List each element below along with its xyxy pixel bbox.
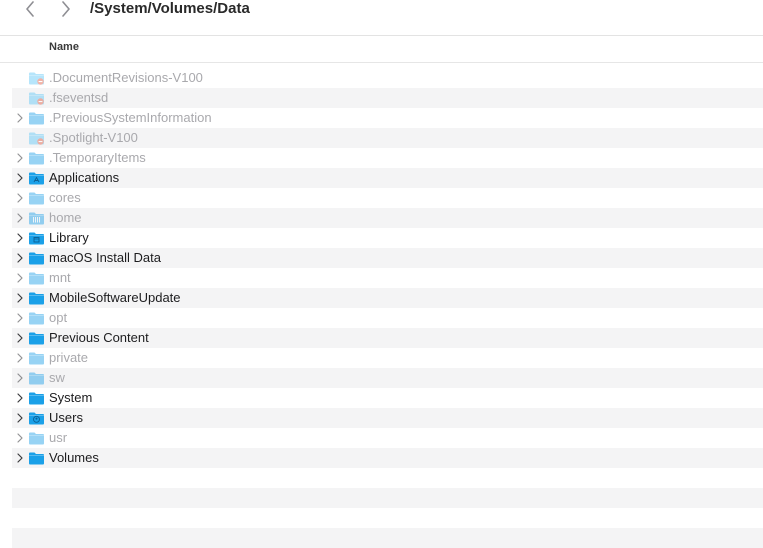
- item-name: Previous Content: [49, 330, 149, 345]
- header-divider: [0, 62, 763, 63]
- disclosure-triangle[interactable]: [15, 411, 25, 425]
- disclosure-triangle[interactable]: [15, 111, 25, 125]
- list-item[interactable]: Library: [12, 228, 763, 248]
- back-button[interactable]: [21, 0, 39, 18]
- item-name: .DocumentRevisions-V100: [49, 70, 203, 85]
- library-folder-icon: [28, 231, 45, 245]
- item-name: Users: [49, 410, 83, 425]
- file-list: .DocumentRevisions-V100 .fseventsd .Previo…: [12, 68, 763, 548]
- disclosure-triangle[interactable]: [15, 151, 25, 165]
- disclosure-triangle[interactable]: [15, 271, 25, 285]
- list-item[interactable]: opt: [12, 308, 763, 328]
- restricted-folder-icon: [28, 91, 45, 105]
- item-name: .fseventsd: [49, 90, 109, 105]
- disclosure-triangle[interactable]: [15, 451, 25, 465]
- folder-icon: [28, 371, 45, 385]
- item-name: .TemporaryItems: [49, 150, 146, 165]
- restricted-folder-icon: [28, 71, 45, 85]
- folder-icon: [28, 391, 45, 405]
- empty-row: [12, 468, 763, 488]
- forward-button[interactable]: [57, 0, 75, 18]
- folder-icon: [28, 251, 45, 265]
- chevron-left-icon: [26, 1, 34, 17]
- network-folder-icon: [28, 211, 45, 225]
- item-name: home: [49, 210, 82, 225]
- list-item[interactable]: usr: [12, 428, 763, 448]
- disclosure-triangle[interactable]: [15, 171, 25, 185]
- path-title: /System/Volumes/Data: [90, 0, 250, 17]
- toolbar: /System/Volumes/Data: [0, 0, 763, 35]
- item-name: Volumes: [49, 450, 99, 465]
- list-item[interactable]: .Spotlight-V100: [12, 128, 763, 148]
- item-name: .PreviousSystemInformation: [49, 110, 212, 125]
- folder-icon: [28, 291, 45, 305]
- folder-icon: [28, 191, 45, 205]
- folder-icon: [28, 311, 45, 325]
- list-item[interactable]: Users: [12, 408, 763, 428]
- list-item[interactable]: home: [12, 208, 763, 228]
- list-item[interactable]: mnt: [12, 268, 763, 288]
- list-item[interactable]: sw: [12, 368, 763, 388]
- item-name: mnt: [49, 270, 71, 285]
- disclosure-triangle[interactable]: [15, 211, 25, 225]
- list-item[interactable]: Previous Content: [12, 328, 763, 348]
- disclosure-triangle[interactable]: [15, 431, 25, 445]
- chevron-right-icon: [62, 1, 70, 17]
- restricted-folder-icon: [28, 131, 45, 145]
- item-name: usr: [49, 430, 68, 445]
- disclosure-triangle[interactable]: [15, 291, 25, 305]
- list-item[interactable]: .TemporaryItems: [12, 148, 763, 168]
- applications-folder-icon: [28, 171, 45, 185]
- item-name: opt: [49, 310, 68, 325]
- folder-icon: [28, 431, 45, 445]
- folder-icon: [28, 151, 45, 165]
- list-item[interactable]: System: [12, 388, 763, 408]
- item-name: Applications: [49, 170, 120, 185]
- empty-row: [12, 508, 763, 528]
- item-name: .Spotlight-V100: [49, 130, 138, 145]
- disclosure-triangle[interactable]: [15, 371, 25, 385]
- disclosure-triangle[interactable]: [15, 331, 25, 345]
- column-header: Name: [0, 36, 763, 62]
- empty-row: [12, 528, 763, 548]
- disclosure-triangle[interactable]: [15, 191, 25, 205]
- folder-icon: [28, 451, 45, 465]
- list-item[interactable]: Volumes: [12, 448, 763, 468]
- item-name: System: [49, 390, 93, 405]
- list-item[interactable]: Applications: [12, 168, 763, 188]
- item-name: private: [49, 350, 89, 365]
- folder-icon: [28, 351, 45, 365]
- list-item[interactable]: .PreviousSystemInformation: [12, 108, 763, 128]
- list-item[interactable]: .fseventsd: [12, 88, 763, 108]
- folder-icon: [28, 111, 45, 125]
- item-name: Library: [49, 230, 89, 245]
- disclosure-triangle[interactable]: [15, 251, 25, 265]
- item-name: MobileSoftwareUpdate: [49, 290, 181, 305]
- item-name: cores: [49, 190, 81, 205]
- list-item[interactable]: macOS Install Data: [12, 248, 763, 268]
- disclosure-triangle[interactable]: [15, 231, 25, 245]
- users-folder-icon: [28, 411, 45, 425]
- disclosure-triangle[interactable]: [15, 311, 25, 325]
- item-name: sw: [49, 370, 65, 385]
- disclosure-triangle[interactable]: [15, 351, 25, 365]
- list-item[interactable]: MobileSoftwareUpdate: [12, 288, 763, 308]
- empty-row: [12, 488, 763, 508]
- list-item[interactable]: cores: [12, 188, 763, 208]
- name-column-header[interactable]: Name: [49, 41, 79, 53]
- list-item[interactable]: private: [12, 348, 763, 368]
- list-item[interactable]: .DocumentRevisions-V100: [12, 68, 763, 88]
- folder-icon: [28, 331, 45, 345]
- folder-icon: [28, 271, 45, 285]
- item-name: macOS Install Data: [49, 250, 161, 265]
- disclosure-triangle[interactable]: [15, 391, 25, 405]
